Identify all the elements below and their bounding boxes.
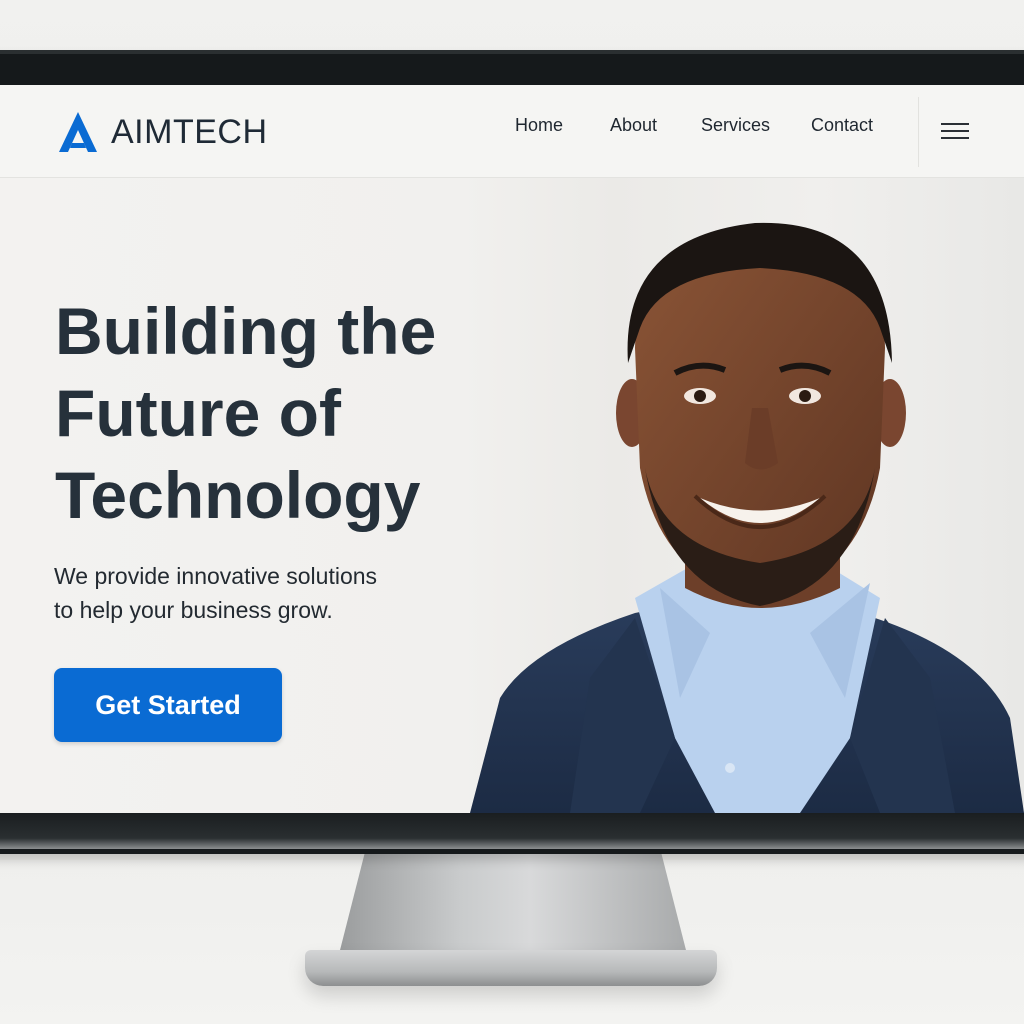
monitor-stand-neck	[338, 848, 688, 958]
hero-title-line: Future of	[55, 376, 341, 450]
hero-title-line: Building the	[55, 294, 437, 368]
get-started-button[interactable]: Get Started	[54, 668, 282, 742]
nav-services-link[interactable]: Services	[701, 115, 770, 136]
hero-subtitle: We provide innovative solutions to help …	[54, 559, 434, 627]
hero-subtitle-line: to help your business grow.	[54, 597, 333, 623]
hamburger-menu-icon[interactable]	[941, 123, 969, 141]
monitor-stand-base	[305, 950, 717, 986]
nav-contact-link[interactable]: Contact	[811, 115, 873, 136]
hero-subtitle-line: We provide innovative solutions	[54, 563, 378, 589]
nav-divider	[918, 97, 919, 167]
nav-home-link[interactable]: Home	[515, 115, 563, 136]
nav-links: Home About Services Contact	[0, 115, 1024, 147]
monitor-chin	[0, 813, 1024, 849]
hero-title-line: Technology	[55, 458, 421, 532]
desk-scene: AIMTECH Home About Services Contact Buil…	[0, 0, 1024, 1024]
top-navbar: AIMTECH Home About Services Contact	[0, 85, 1024, 178]
website-screen: AIMTECH Home About Services Contact Buil…	[0, 85, 1024, 813]
nav-about-link[interactable]: About	[610, 115, 657, 136]
portrait-photo	[460, 178, 1024, 813]
hero-title: Building the Future of Technology	[55, 290, 525, 536]
